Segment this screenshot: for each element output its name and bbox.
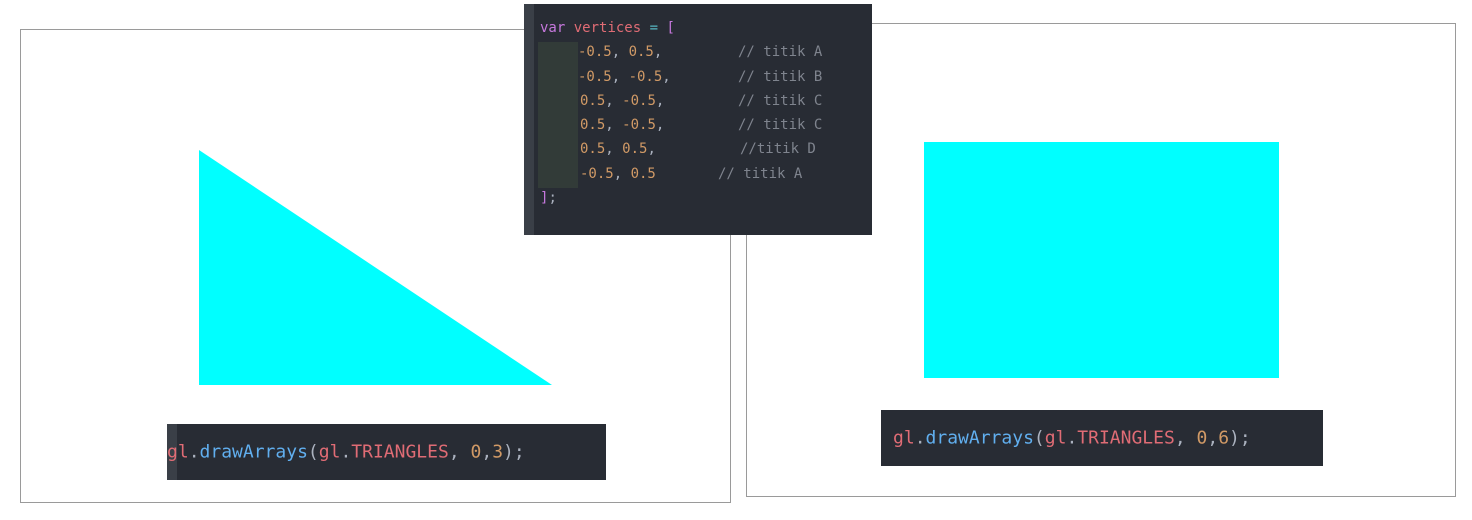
code-token: drawArrays: [199, 441, 308, 463]
cyan-triangle: [199, 150, 552, 385]
code-token: var: [540, 20, 566, 36]
draw-arrays-statement: gl.drawArrays(gl.TRIANGLES, 0,6);: [893, 428, 1323, 449]
vertex-y: -0.5: [628, 68, 663, 85]
code-token: ;: [548, 190, 557, 207]
vertex-comment: // titik A: [718, 165, 803, 182]
code-token: drawArrays: [925, 427, 1034, 449]
code-token: .: [340, 441, 352, 463]
vertex-values: -0.5, 0.5: [580, 162, 656, 186]
code-token: ,: [611, 68, 629, 85]
code-token: ,: [655, 92, 665, 109]
vertex-line: -0.5, 0.5 // titik A: [524, 162, 872, 186]
vertex-comment: // titik B: [738, 68, 823, 85]
vertex-line: 0.5, -0.5, // titik C: [524, 113, 872, 137]
vertices-declaration-line: var vertices = [: [524, 16, 872, 40]
code-token: .: [188, 441, 200, 463]
code-token: (: [307, 441, 319, 463]
code-token: ,: [662, 68, 671, 85]
vertices-closing-line: ];: [524, 186, 872, 210]
left-draw-arrays-code: gl.drawArrays(gl.TRIANGLES, 0,3);: [167, 424, 606, 480]
code-token: .: [1066, 427, 1078, 449]
code-token: (: [1033, 427, 1045, 449]
code-token: ,: [613, 165, 631, 182]
code-token: ,: [655, 117, 665, 134]
code-token: 6: [1218, 427, 1230, 449]
vertex-y: 0.5: [628, 44, 654, 61]
vertex-y: 0.5: [622, 141, 648, 158]
code-token: ,: [448, 441, 471, 463]
code-token: vertices: [573, 20, 642, 36]
code-token: gl: [1044, 427, 1067, 449]
code-token: 0: [470, 441, 482, 463]
code-token: 0: [1196, 427, 1208, 449]
code-token: ,: [605, 92, 623, 109]
vertex-x: 0.5: [580, 92, 606, 109]
draw-arrays-statement: gl.drawArrays(gl.TRIANGLES, 0,3);: [167, 442, 606, 463]
code-token: );: [1229, 427, 1251, 449]
vertex-y: -0.5: [622, 117, 656, 134]
code-token: 3: [492, 441, 504, 463]
vertex-line: -0.5, -0.5, // titik B: [524, 65, 872, 89]
vertex-line: 0.5, -0.5, // titik C: [524, 89, 872, 113]
vertex-comment: // titik C: [738, 92, 823, 109]
code-token: ,: [605, 117, 623, 134]
code-token: ,: [653, 44, 663, 61]
code-token: ,: [611, 44, 629, 61]
code-token: ,: [605, 141, 623, 158]
code-token: =: [641, 20, 667, 36]
code-token: .: [914, 427, 926, 449]
code-token: );: [503, 441, 525, 463]
code-token: ,: [481, 441, 493, 463]
vertex-x: -0.5: [580, 165, 614, 182]
vertex-line: -0.5, 0.5, // titik A: [524, 40, 872, 64]
vertex-comment: // titik C: [738, 117, 823, 134]
vertex-values: -0.5, -0.5,: [578, 65, 671, 89]
vertex-line: 0.5, 0.5, //titik D: [524, 137, 872, 161]
code-token: ,: [647, 141, 656, 158]
vertex-y: 0.5: [630, 165, 656, 182]
vertex-lines: -0.5, 0.5, // titik A -0.5, -0.5, // titik …: [524, 40, 872, 186]
code-token: TRIANGLES: [1077, 427, 1175, 449]
vertex-comment: // titik A: [738, 44, 823, 61]
vertex-values: 0.5, -0.5,: [580, 89, 664, 113]
code-token: [: [666, 20, 675, 36]
code-token: TRIANGLES: [351, 441, 449, 463]
code-token: ,: [1174, 427, 1197, 449]
vertex-values: -0.5, 0.5,: [578, 40, 662, 64]
code-token: gl: [893, 427, 915, 449]
vertex-y: -0.5: [622, 92, 656, 109]
vertex-values: 0.5, -0.5,: [580, 113, 664, 137]
code-token: ,: [1207, 427, 1219, 449]
vertex-x: 0.5: [580, 117, 606, 134]
vertex-x: 0.5: [580, 141, 606, 158]
vertex-comment: //titik D: [740, 141, 816, 158]
right-draw-arrays-code: gl.drawArrays(gl.TRIANGLES, 0,6);: [881, 410, 1323, 466]
vertex-x: -0.5: [578, 68, 612, 85]
vertices-array-code: var vertices = [ -0.5, 0.5,// titik A -0.…: [524, 4, 872, 235]
vertex-values: 0.5, 0.5,: [580, 137, 656, 161]
code-token: gl: [167, 441, 189, 463]
vertex-x: -0.5: [578, 44, 612, 61]
code-token: gl: [318, 441, 341, 463]
cyan-rectangle: [924, 142, 1279, 378]
